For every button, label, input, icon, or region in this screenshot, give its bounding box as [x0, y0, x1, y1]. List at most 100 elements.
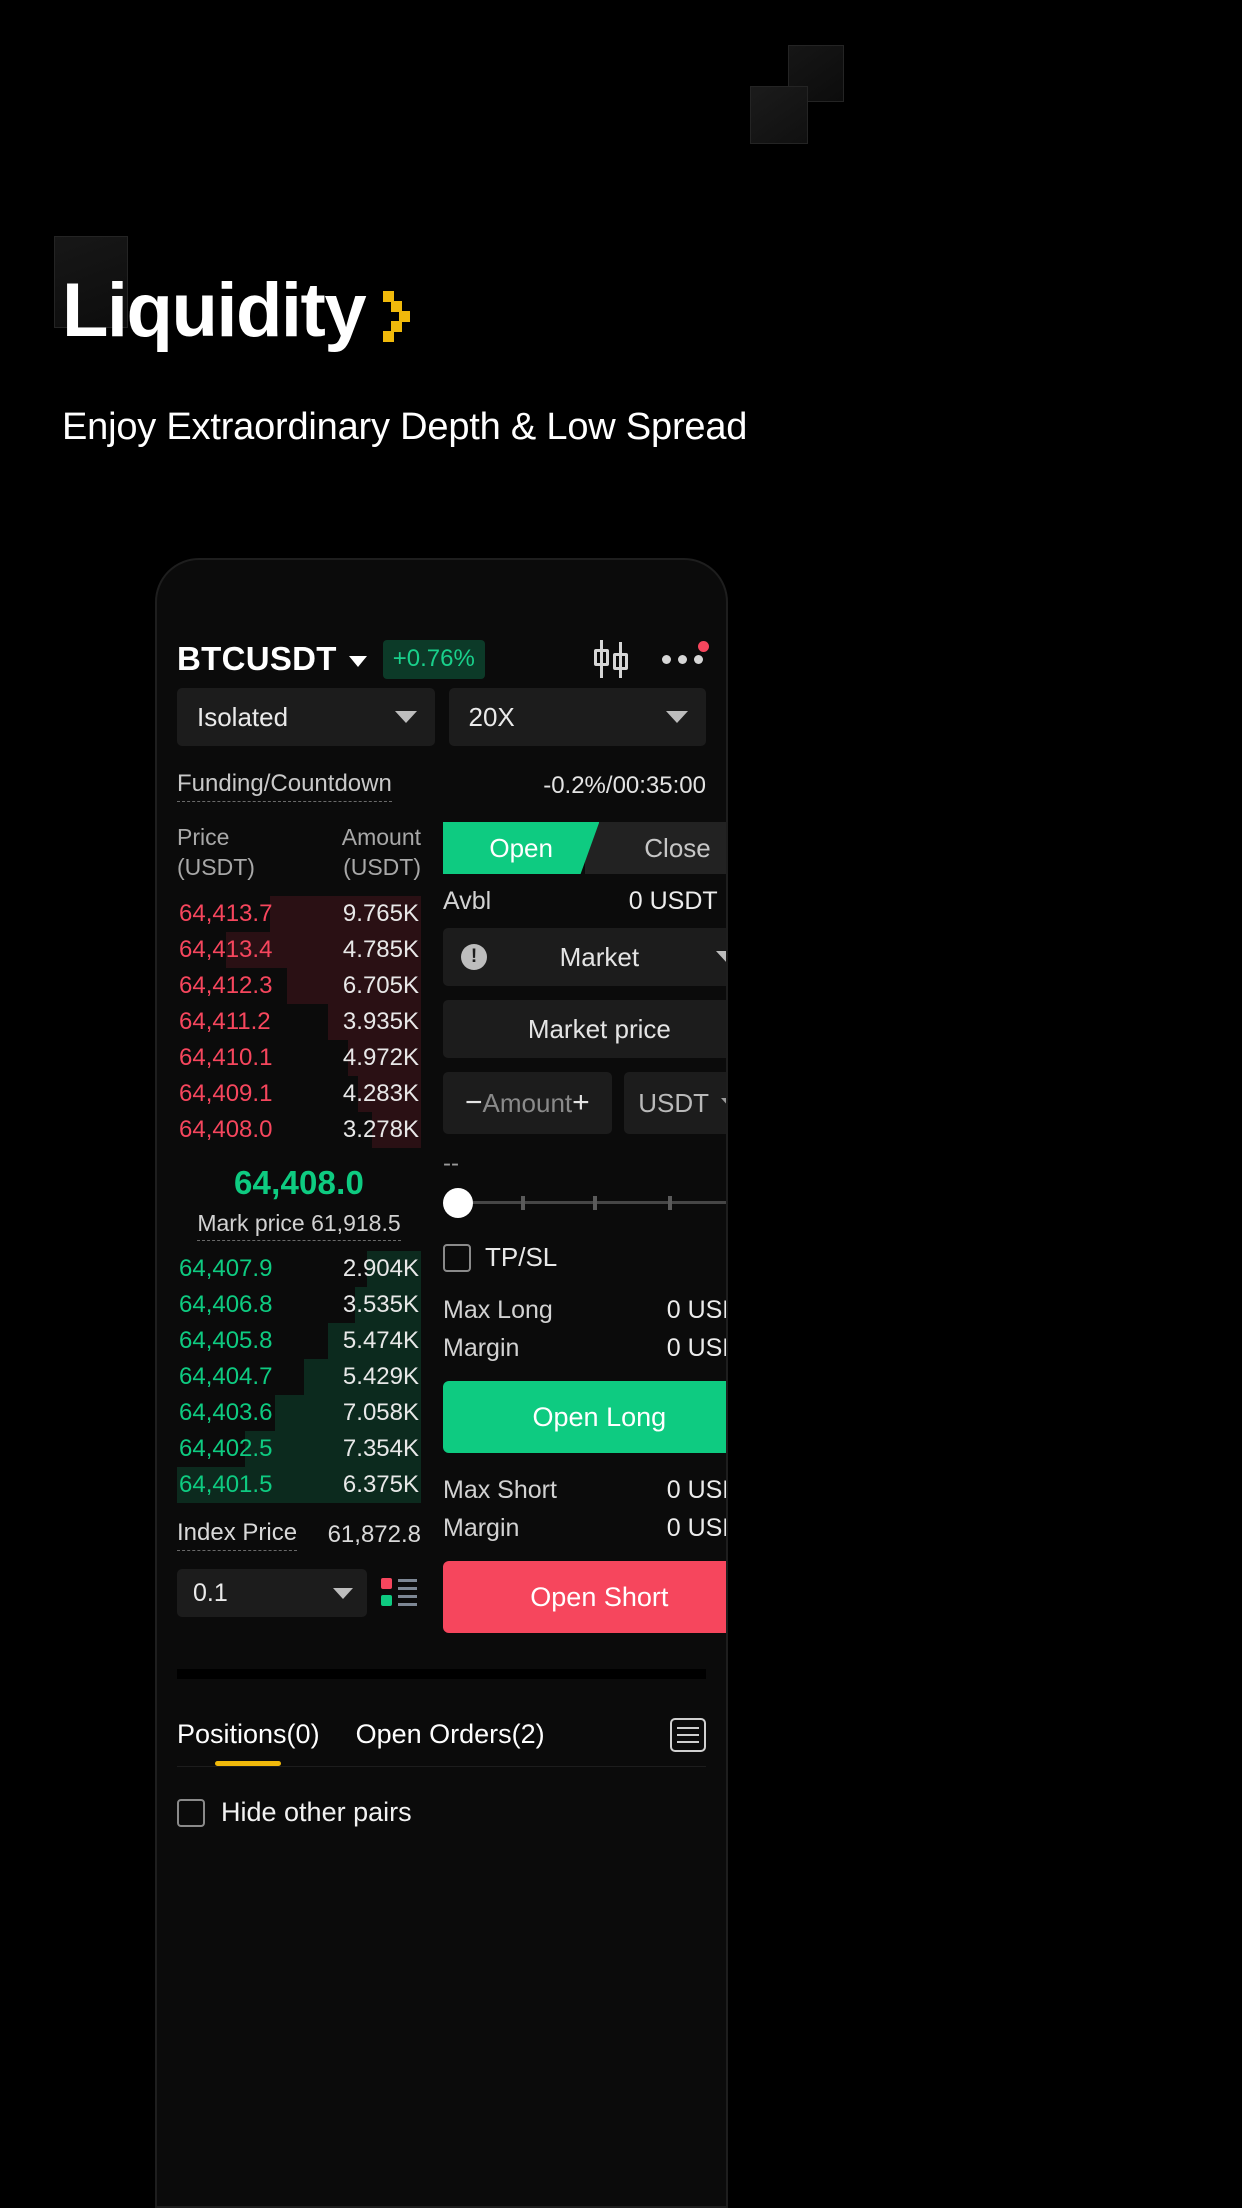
order-type-select[interactable]: ! Market: [443, 928, 726, 986]
amount-decrement-button[interactable]: −: [465, 1088, 483, 1118]
price-field-value: Market price: [527, 1013, 671, 1044]
symbol-selector[interactable]: BTCUSDT +0.76%: [177, 639, 485, 679]
orderbook-row[interactable]: 64,407.9 2.904K: [177, 1251, 421, 1287]
tab-close[interactable]: Close: [585, 822, 726, 874]
orderbook-row[interactable]: 64,406.8 3.535K: [177, 1287, 421, 1323]
orderbook-amount: 3.535K: [342, 1291, 419, 1318]
trading-body: Price (USDT) Amount (USDT) 64,413.7 9.765…: [177, 822, 726, 1651]
margin-mode-select[interactable]: Isolated: [177, 688, 435, 746]
orderbook-price: 64,402.5: [179, 1435, 273, 1462]
orderbook-price: 64,404.7: [179, 1363, 273, 1390]
orderbook-row[interactable]: 64,411.2 3.935K: [177, 1004, 421, 1040]
orderbook-bids: 64,407.9 2.904K 64,406.8 3.535K 64,405.8 5.47…: [177, 1251, 421, 1503]
tab-positions[interactable]: Positions(0): [177, 1719, 320, 1766]
orderbook-amount: 7.354K: [342, 1435, 419, 1462]
leverage-value: 20X: [468, 701, 515, 732]
orderbook-col-amount: Amount: [341, 824, 421, 850]
orderbook: Price (USDT) Amount (USDT) 64,413.7 9.765…: [177, 822, 421, 1651]
promo-page: Liquidity Enjoy Extraordinary Depth & Lo…: [0, 0, 1242, 2208]
leverage-select[interactable]: 20X: [448, 688, 706, 746]
candlestick-chart-icon[interactable]: [592, 640, 632, 678]
margin-long-label: Margin: [443, 1333, 520, 1362]
hide-other-pairs-label: Hide other pairs: [221, 1797, 412, 1827]
orderbook-price: 64,410.1: [179, 1044, 273, 1071]
orderbook-row[interactable]: 64,404.7 5.429K: [177, 1359, 421, 1395]
orderbook-row[interactable]: 64,412.3 6.705K: [177, 968, 421, 1004]
margin-leverage-row: Isolated 20X: [177, 688, 706, 746]
margin-mode-value: Isolated: [197, 701, 289, 732]
hero-subtitle: Enjoy Extraordinary Depth & Low Spread: [62, 406, 748, 448]
max-long-value: 0 USDT: [666, 1295, 726, 1324]
available-balance-row: Avbl 0 USDT: [443, 874, 726, 928]
index-price-row[interactable]: Index Price 61,872.8: [177, 1519, 421, 1551]
mark-price[interactable]: Mark price 61,918.5: [197, 1210, 401, 1241]
order-list-icon[interactable]: [670, 1718, 706, 1752]
orderbook-row[interactable]: 64,410.1 4.972K: [177, 1040, 421, 1076]
orderbook-row[interactable]: 64,413.4 4.785K: [177, 932, 421, 968]
tick-size-select[interactable]: 0.1: [177, 1569, 367, 1617]
index-price-label: Index Price: [177, 1519, 298, 1551]
funding-countdown-row[interactable]: Funding/Countdown -0.2%/00:35:00: [177, 770, 706, 802]
open-long-button[interactable]: Open Long: [443, 1381, 726, 1453]
orderbook-mid: 64,408.0 Mark price 61,918.5: [177, 1148, 421, 1251]
orderbook-row[interactable]: 64,408.0 3.278K: [177, 1112, 421, 1148]
margin-short-value: 0 USDT: [666, 1513, 726, 1542]
amount-stepper[interactable]: − Amount +: [443, 1072, 612, 1134]
hide-other-pairs-row[interactable]: Hide other pairs: [177, 1767, 706, 1828]
index-price-value: 61,872.8: [327, 1521, 421, 1548]
more-options-icon[interactable]: [662, 641, 709, 669]
orderbook-col-price: Price: [177, 824, 230, 850]
orderbook-row[interactable]: 64,401.5 6.375K: [177, 1467, 421, 1503]
tab-open[interactable]: Open: [443, 822, 600, 874]
tpsl-checkbox[interactable]: [443, 1243, 471, 1272]
amount-input[interactable]: Amount: [483, 1088, 573, 1119]
order-entry-panel: Open Close Avbl 0 USDT ! Market Market p…: [443, 822, 726, 1651]
last-price: 64,408.0: [233, 1164, 365, 1201]
max-long-row: Max Long 0 USDT: [443, 1291, 726, 1329]
orderbook-price: 64,409.1: [179, 1080, 273, 1107]
slider-tick: [593, 1196, 598, 1210]
chevron-down-icon: [394, 711, 417, 723]
slider-tick: [521, 1196, 526, 1210]
open-close-tabs: Open Close: [443, 822, 726, 874]
chevron-down-icon: [715, 951, 726, 963]
max-short-label: Max Short: [443, 1475, 557, 1504]
slider-handle[interactable]: [443, 1188, 473, 1218]
orderbook-price: 64,401.5: [179, 1471, 273, 1498]
chevron-down-icon: [348, 655, 367, 667]
orderbook-amount: 7.058K: [342, 1399, 419, 1426]
margin-long-value: 0 USDT: [666, 1333, 726, 1362]
hide-other-pairs-checkbox[interactable]: [177, 1798, 205, 1827]
available-balance-label: Avbl: [443, 886, 492, 915]
hero-section: Liquidity Enjoy Extraordinary Depth & Lo…: [62, 268, 1162, 452]
orderbook-amount: 3.278K: [342, 1116, 419, 1143]
margin-short-label: Margin: [443, 1513, 520, 1542]
orderbook-price: 64,413.4: [179, 936, 273, 963]
orderbook-display-icon[interactable]: [381, 1576, 421, 1610]
decorative-square-top-right-2: [750, 86, 808, 144]
info-icon: !: [461, 944, 487, 970]
tpsl-row[interactable]: TP/SL: [443, 1242, 726, 1273]
open-short-button[interactable]: Open Short: [443, 1561, 726, 1633]
app-header: BTCUSDT +0.76%: [177, 560, 709, 686]
orderbook-price: 64,403.6: [179, 1399, 273, 1426]
orderbook-row[interactable]: 64,409.1 4.283K: [177, 1076, 421, 1112]
orderbook-amount: 3.935K: [342, 1008, 419, 1035]
header-icon-group: [592, 640, 709, 678]
price-field[interactable]: Market price: [443, 1000, 726, 1058]
margin-short-row: Margin 0 USDT: [443, 1509, 726, 1547]
amount-unit-select[interactable]: USDT: [623, 1072, 726, 1134]
price-change-badge: +0.76%: [382, 639, 485, 679]
tick-size-value: 0.1: [193, 1578, 228, 1607]
orderbook-row[interactable]: 64,413.7 9.765K: [177, 896, 421, 932]
orderbook-price: 64,412.3: [179, 972, 273, 999]
orderbook-amount: 4.283K: [342, 1080, 419, 1107]
orderbook-price: 64,411.2: [179, 1008, 271, 1035]
amount-increment-button[interactable]: +: [572, 1088, 590, 1118]
orderbook-row[interactable]: 64,403.6 7.058K: [177, 1395, 421, 1431]
orderbook-row[interactable]: 64,405.8 5.474K: [177, 1323, 421, 1359]
amount-slider[interactable]: [443, 1188, 726, 1218]
tab-open-orders[interactable]: Open Orders(2): [356, 1719, 545, 1766]
max-long-label: Max Long: [443, 1295, 553, 1324]
orderbook-row[interactable]: 64,402.5 7.354K: [177, 1431, 421, 1467]
